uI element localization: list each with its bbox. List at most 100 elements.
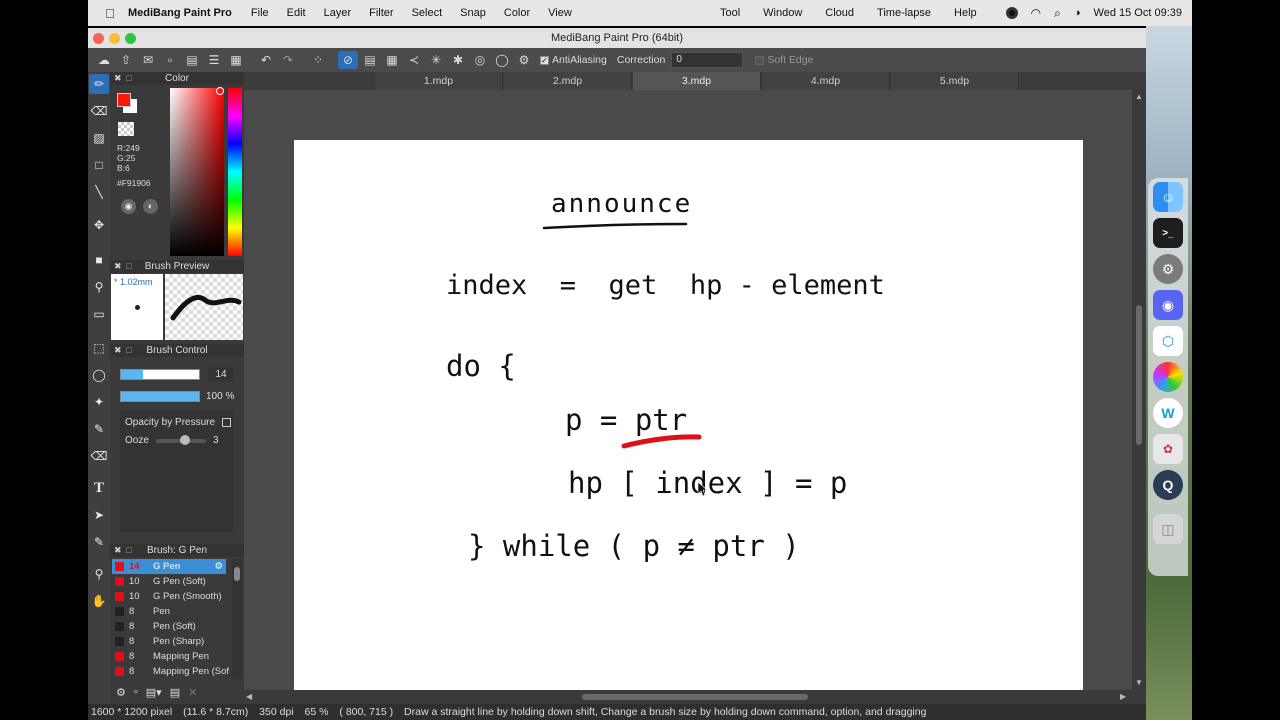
brush-item-g-pen-smooth[interactable]: 10 G Pen (Smooth) <box>112 589 226 604</box>
select-eraser-tool-icon[interactable]: ⌫ <box>89 446 109 466</box>
grid-list-icon[interactable]: ▦ <box>226 51 246 69</box>
color-wheel-app-icon[interactable] <box>1153 362 1183 392</box>
maximize-window-button[interactable] <box>125 33 136 44</box>
soft-edge-checkbox[interactable]: Soft Edge <box>755 54 813 66</box>
share-icon[interactable]: ⇧ <box>116 51 136 69</box>
medibang-icon[interactable]: ✿ <box>1153 434 1183 464</box>
close-window-button[interactable] <box>93 33 104 44</box>
menu-tool[interactable]: Tool <box>720 7 740 19</box>
brush-item-pen[interactable]: 8 Pen <box>112 604 226 619</box>
menu-timelapse[interactable]: Time-lapse <box>877 7 931 19</box>
select-pen-tool-icon[interactable]: ✎ <box>89 419 109 439</box>
dot-eraser-tool-icon[interactable]: ▨ <box>89 128 109 148</box>
horizontal-scrollbar[interactable]: ◀ ▶ <box>244 690 1132 704</box>
quicktime-icon[interactable]: Q <box>1153 470 1183 500</box>
tab-2-mdp[interactable]: 2.mdp <box>504 72 632 90</box>
brush-item-mapping-pen[interactable]: 8 Mapping Pen <box>112 649 226 664</box>
search-icon[interactable]: ⌕ <box>1054 6 1061 21</box>
brush-item-pen-sharp[interactable]: 8 Pen (Sharp) <box>112 634 226 649</box>
vertical-scrollbar[interactable]: ▲ ▼ <box>1132 90 1146 690</box>
clock[interactable]: Wed 15 Oct 09:39 <box>1094 7 1182 19</box>
eyedropper-tool-icon[interactable]: ⚲ <box>89 564 109 584</box>
brush-list-scroll-thumb[interactable] <box>234 567 240 581</box>
tab-3-mdp[interactable]: 3.mdp <box>633 72 761 90</box>
brush-menu-icon[interactable]: ▤▾ <box>146 686 162 699</box>
scroll-right-arrow[interactable]: ▶ <box>1120 692 1126 701</box>
menu-filter[interactable]: Filter <box>369 7 393 19</box>
hue-slider[interactable] <box>228 88 242 256</box>
popout-icon[interactable]: □ <box>126 544 131 557</box>
menu-file[interactable]: File <box>251 7 269 19</box>
opacity-slider[interactable] <box>120 391 200 402</box>
menu-layer[interactable]: Layer <box>324 7 352 19</box>
menu-edit[interactable]: Edit <box>287 7 306 19</box>
menu-snap[interactable]: Snap <box>460 7 486 19</box>
bucket-tool-icon[interactable]: ⚲ <box>89 277 109 297</box>
selection-tool-icon[interactable]: ⬚ <box>89 338 109 358</box>
close-icon[interactable]: ✖ <box>114 260 122 273</box>
tab-5-mdp[interactable]: 5.mdp <box>891 72 1019 90</box>
brush-item-g-pen[interactable]: 14 G Pen ⚙ <box>112 559 226 574</box>
wifi-icon[interactable]: ◠ <box>1031 6 1041 20</box>
brush-size-value[interactable]: 14 <box>208 367 234 382</box>
brush-item-mapping-pen-soft[interactable]: 8 Mapping Pen (Sof <box>112 664 229 679</box>
text-tool-icon[interactable]: T <box>89 478 109 498</box>
opacity-value[interactable]: 100 % <box>206 391 234 402</box>
brush-size-slider[interactable] <box>120 369 200 380</box>
palette-icon[interactable]: ◉ <box>121 199 136 214</box>
control-center-icon[interactable]: ◑ <box>1074 7 1081 19</box>
finder-icon[interactable]: ☺ <box>1153 182 1183 212</box>
color-history-icon[interactable]: ◐ <box>143 199 158 214</box>
perspective-snap-icon[interactable]: ≺ <box>404 51 424 69</box>
correction-select[interactable]: 0 <box>671 52 744 68</box>
foreground-color-swatch[interactable] <box>117 93 131 107</box>
canvas-area[interactable]: announce index = get hp - element do { p… <box>244 90 1132 690</box>
popout-icon[interactable]: □ <box>126 72 131 85</box>
vanishing-point-icon[interactable]: ✱ <box>448 51 468 69</box>
tab-1-mdp[interactable]: 1.mdp <box>375 72 503 90</box>
scroll-up-arrow[interactable]: ▲ <box>1135 92 1143 101</box>
undo-button[interactable]: ↶ <box>256 51 276 69</box>
popout-icon[interactable]: □ <box>126 260 131 273</box>
ooze-slider-knob[interactable] <box>180 435 190 445</box>
list-icon[interactable]: ☰ <box>204 51 224 69</box>
record-icon[interactable] <box>1005 7 1018 19</box>
trash-icon[interactable]: ◫ <box>1153 514 1183 544</box>
menu-help[interactable]: Help <box>954 7 977 19</box>
move-tool-icon[interactable]: ✥ <box>89 215 109 235</box>
menu-select[interactable]: Select <box>412 7 443 19</box>
chat-icon[interactable]: ▫ <box>160 51 180 69</box>
system-settings-icon[interactable]: ⚙ <box>1153 254 1183 284</box>
snap-off-icon[interactable]: ⁘ <box>308 51 328 69</box>
grid-snap-icon[interactable]: ▦ <box>382 51 402 69</box>
comment-icon[interactable]: ✉ <box>138 51 158 69</box>
scroll-down-arrow[interactable]: ▼ <box>1135 678 1143 687</box>
redo-button[interactable]: ↷ <box>278 51 298 69</box>
horizontal-scroll-thumb[interactable] <box>582 694 808 700</box>
fill-rect-tool-icon[interactable]: ■ <box>89 250 109 270</box>
cloud-icon[interactable]: ☁ <box>94 51 114 69</box>
parallel-snap-icon[interactable]: ▤ <box>360 51 380 69</box>
saturation-value-square[interactable] <box>170 88 224 256</box>
popout-icon[interactable]: □ <box>126 344 131 357</box>
delete-brush-icon[interactable]: ✕ <box>188 686 197 699</box>
apple-icon[interactable]:  <box>96 6 124 21</box>
brush-export-icon[interactable]: ▤ <box>170 686 180 699</box>
snap-disable-icon[interactable]: ⊘ <box>338 51 358 69</box>
line-tool-icon[interactable]: ╲ <box>89 182 109 202</box>
brush-settings-icon[interactable]: ⚙ <box>214 559 223 574</box>
brush-list-scrollbar[interactable] <box>232 559 242 679</box>
lasso-tool-icon[interactable]: ◯ <box>89 365 109 385</box>
gradient-tool-icon[interactable]: ▭ <box>89 304 109 324</box>
transparent-color-swatch[interactable] <box>118 122 134 136</box>
operation-tool-icon[interactable]: ➤ <box>89 505 109 525</box>
close-icon[interactable]: ✖ <box>114 344 122 357</box>
settings-icon[interactable]: ⚙ <box>514 51 534 69</box>
rectangle-tool-icon[interactable]: □ <box>89 155 109 175</box>
brush-tool-icon[interactable]: ✏ <box>89 74 109 94</box>
menu-window[interactable]: Window <box>763 7 802 19</box>
drawing-canvas[interactable]: announce index = get hp - element do { p… <box>294 140 1083 690</box>
new-brush-icon[interactable]: ▫ <box>134 686 138 698</box>
terminal-icon[interactable]: >_ <box>1153 218 1183 248</box>
document-icon[interactable]: ▤ <box>182 51 202 69</box>
